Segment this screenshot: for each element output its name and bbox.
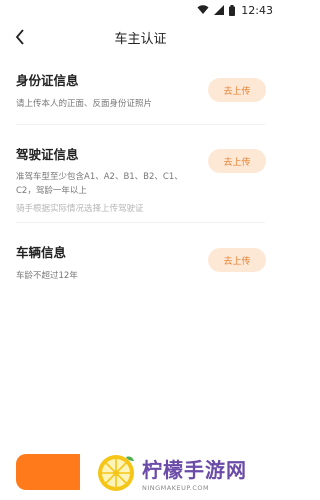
lemon-logo-icon [98,455,134,491]
section-desc-line2: C2，驾龄一年以上 [16,186,87,196]
watermark-text: 柠檬手游网 NINGMAKEUP.COM [142,454,247,492]
wifi-icon [197,5,209,14]
watermark: 柠檬手游网 NINGMAKEUP.COM [96,450,276,496]
upload-id-card-button[interactable]: 去上传 [208,78,266,102]
status-bar: 12:43 [0,0,281,20]
watermark-brand: 柠檬手游网 [142,458,247,482]
chevron-left-icon [15,29,24,45]
battery-icon [229,4,236,16]
signal-icon [214,5,225,15]
section-note: 骑手根据实际情况选择上传驾驶证 [16,204,144,214]
submit-button[interactable] [16,454,80,490]
divider [16,124,265,125]
header: 车主认证 [0,20,281,54]
upload-driver-license-button[interactable]: 去上传 [208,149,266,173]
back-button[interactable] [10,27,30,47]
upload-vehicle-button[interactable]: 去上传 [208,248,266,272]
watermark-domain: NINGMAKEUP.COM [142,484,210,492]
status-icons [197,4,236,16]
page-title: 车主认证 [114,31,167,47]
status-time: 12:43 [241,3,273,17]
divider [16,222,265,223]
